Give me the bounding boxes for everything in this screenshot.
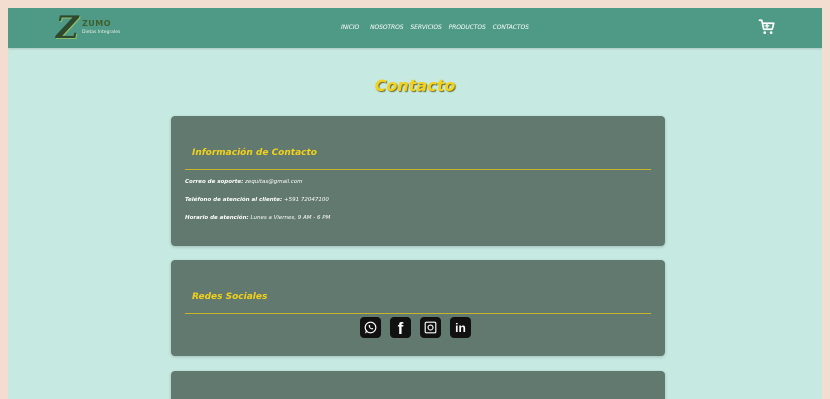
third-card bbox=[171, 371, 665, 399]
support-email-value[interactable]: zequitas@gmail.com bbox=[245, 179, 302, 185]
instagram-icon[interactable] bbox=[420, 317, 441, 338]
social-divider bbox=[185, 313, 651, 314]
social-icons: f in bbox=[360, 317, 471, 338]
nav-link-servicios[interactable]: SERVICIOS bbox=[410, 24, 441, 31]
hours-label: Horario de atención: bbox=[185, 215, 249, 221]
contact-info-title: Información de Contacto bbox=[192, 148, 317, 158]
brand-name: ZUMO bbox=[82, 19, 112, 28]
main-nav: INICIO NOSOTROS SERVICIOS PRODUCTOS CONT… bbox=[341, 20, 529, 34]
social-card: Redes Sociales f in bbox=[171, 260, 665, 356]
social-title: Redes Sociales bbox=[192, 292, 268, 302]
phone-label: Teléfono de atención al cliente: bbox=[185, 197, 283, 203]
logo-mark: Z bbox=[56, 10, 79, 46]
brand-logo[interactable]: Z ZUMO Dietas Integrales bbox=[56, 10, 130, 46]
phone-value[interactable]: +591 72047100 bbox=[284, 197, 329, 203]
navbar: Z ZUMO Dietas Integrales INICIO NOSOTROS… bbox=[8, 8, 822, 48]
nav-link-inicio[interactable]: INICIO bbox=[341, 24, 359, 31]
support-email-label: Correo de soporte: bbox=[185, 179, 244, 185]
brand-tagline: Dietas Integrales bbox=[82, 30, 121, 35]
nav-link-nosotros[interactable]: NOSOTROS bbox=[370, 24, 403, 31]
hours-value: Lunes a Viernes, 9 AM - 6 PM bbox=[250, 215, 331, 221]
contact-info-divider bbox=[185, 169, 651, 170]
support-email-line: Correo de soporte: zequitas@gmail.com bbox=[185, 179, 303, 185]
contact-info-card: Información de Contacto Correo de soport… bbox=[171, 116, 665, 246]
hours-line: Horario de atención: Lunes a Viernes, 9 … bbox=[185, 215, 330, 221]
linkedin-glyph: in bbox=[455, 320, 466, 335]
cart-icon[interactable] bbox=[758, 18, 776, 36]
facebook-icon[interactable]: f bbox=[390, 317, 411, 338]
nav-link-productos[interactable]: PRODUCTOS bbox=[449, 24, 486, 31]
nav-link-contactos[interactable]: CONTACTOS bbox=[493, 24, 529, 31]
linkedin-icon[interactable]: in bbox=[450, 317, 471, 338]
page-frame: Z ZUMO Dietas Integrales INICIO NOSOTROS… bbox=[8, 8, 822, 399]
facebook-glyph: f bbox=[397, 319, 404, 338]
page-title: Contacto bbox=[374, 76, 456, 95]
phone-line: Teléfono de atención al cliente: +591 72… bbox=[185, 197, 329, 203]
whatsapp-icon[interactable] bbox=[360, 317, 381, 338]
